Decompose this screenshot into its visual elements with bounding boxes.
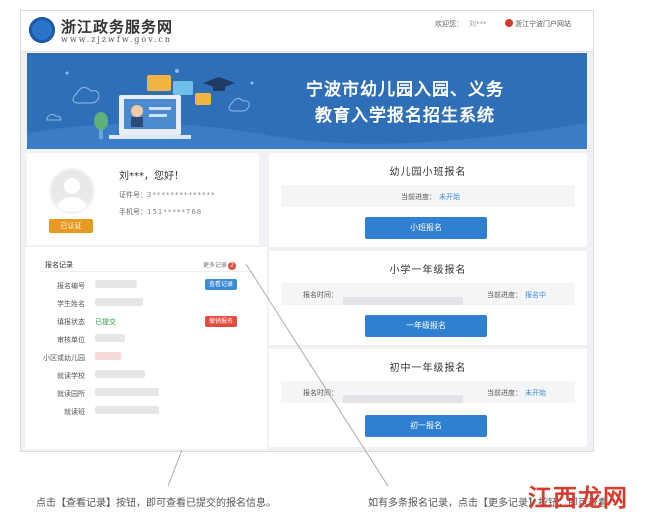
- primary-status-row: 报名时间： 当前进度： 报名中: [281, 283, 575, 305]
- row-label-review-unit: 审核单位: [57, 336, 85, 344]
- id-value: 3**************: [147, 191, 216, 199]
- primary-title: 小学一年级报名: [389, 265, 467, 276]
- greeting: 刘***，您好！: [119, 171, 184, 182]
- banner: 宁波市幼儿园入园、义务 教育入学报名招生系统: [27, 53, 587, 149]
- row-value-fill-status: 已提交: [95, 318, 116, 326]
- row-value-reg-no: [95, 280, 137, 290]
- kindergarten-card: 幼儿园小班报名 当前进度： 未开始 小班报名: [269, 153, 587, 247]
- middle-status-label: 当前进度：: [487, 389, 522, 397]
- row-value-school: [95, 370, 145, 380]
- withdraw-button[interactable]: 撤销报名: [205, 316, 237, 327]
- phone-line: 手机号：151*****768: [119, 207, 202, 217]
- row-label-student-name: 学生姓名: [57, 300, 85, 308]
- portal-link[interactable]: 浙江宁波门户网站: [505, 19, 571, 29]
- top-header: 浙江政务服务网 www.zjzwfw.gov.cn 欢迎您： 刘*** 浙江宁波门…: [21, 11, 593, 52]
- watermark: 江西龙网: [528, 483, 628, 512]
- user-name[interactable]: 刘***: [469, 20, 487, 28]
- row-value-kindergarten: [95, 388, 159, 398]
- middle-card: 初中一年级报名 报名时间： 当前进度： 未开始 初一报名: [269, 349, 587, 447]
- middle-title: 初中一年级报名: [389, 363, 467, 374]
- row-label-community: 小区或幼儿园: [43, 354, 85, 362]
- portal-link-label: 浙江宁波门户网站: [515, 20, 571, 28]
- primary-card: 小学一年级报名 报名时间： 当前进度： 报名中 一年级报名: [269, 251, 587, 345]
- auth-button[interactable]: 已认证: [49, 219, 93, 233]
- banner-title-line2: 教育入学报名招生系统: [315, 106, 495, 126]
- banner-title-line1: 宁波市幼儿园入园、义务: [306, 80, 504, 100]
- welcome-label: 欢迎您：: [435, 20, 463, 28]
- welcome-text: 欢迎您： 刘***: [435, 19, 487, 29]
- view-record-button[interactable]: 查看记录: [205, 279, 237, 290]
- row-value-student-name: [95, 298, 143, 308]
- screenshot-frame: 浙江政务服务网 www.zjzwfw.gov.cn 欢迎您： 刘*** 浙江宁波门…: [20, 10, 594, 452]
- middle-status-value: 未开始: [525, 389, 546, 397]
- records-card: 报名记录 更多记录 2 报名编号 查看记录 学生姓名 填报状态 已提交 撤销报名 …: [27, 249, 265, 447]
- avatar: [49, 168, 95, 214]
- id-number-line: 证件号：3**************: [119, 190, 215, 200]
- site-url: www.zjzwfw.gov.cn: [61, 35, 172, 44]
- middle-register-button[interactable]: 初一报名: [365, 415, 487, 437]
- caption-left: 点击【查看记录】按钮，即可查看已提交的报名信息。: [36, 498, 276, 509]
- more-records-link[interactable]: 更多记录 2: [203, 260, 237, 270]
- row-value-review-unit: [95, 334, 125, 344]
- records-title: 报名记录: [45, 261, 73, 269]
- kindergarten-title: 幼儿园小班报名: [389, 167, 467, 178]
- zjzwfw-logo-icon[interactable]: [29, 17, 55, 43]
- row-label-class: 就读班: [64, 408, 85, 416]
- id-label: 证件号：: [119, 191, 147, 199]
- kindergarten-status-label: 当前进度：: [401, 193, 436, 201]
- more-records-badge: 2: [228, 262, 237, 270]
- kindergarten-register-button[interactable]: 小班报名: [365, 217, 487, 239]
- row-value-class: [95, 406, 159, 416]
- phone-label: 手机号：: [119, 208, 147, 216]
- kindergarten-status-value: 未开始: [439, 193, 460, 201]
- site-title[interactable]: 浙江政务服务网: [61, 16, 173, 37]
- banner-title: 宁波市幼儿园入园、义务 教育入学报名招生系统: [275, 77, 535, 129]
- row-label-reg-no: 报名编号: [57, 282, 85, 290]
- middle-time-label: 报名时间：: [303, 389, 338, 397]
- middle-status-row: 报名时间： 当前进度： 未开始: [281, 381, 575, 403]
- caption-left-pointer: [167, 449, 183, 487]
- primary-register-button[interactable]: 一年级报名: [365, 315, 487, 337]
- row-label-kindergarten: 就读园所: [57, 390, 85, 398]
- profile-card: 已认证 刘***，您好！ 证件号：3************** 手机号：151…: [27, 153, 259, 245]
- row-label-fill-status: 填报状态: [57, 318, 85, 326]
- divider: [39, 271, 253, 272]
- row-value-community: [95, 352, 121, 362]
- emblem-icon: [505, 19, 513, 27]
- primary-time-label: 报名时间：: [303, 291, 338, 299]
- kindergarten-status-row: 当前进度： 未开始: [281, 185, 575, 207]
- phone-value: 151*****768: [147, 208, 203, 216]
- primary-status-value: 报名中: [525, 291, 546, 299]
- row-label-school: 就读学校: [57, 372, 85, 380]
- more-records-label: 更多记录: [203, 262, 228, 269]
- primary-status-label: 当前进度：: [487, 291, 522, 299]
